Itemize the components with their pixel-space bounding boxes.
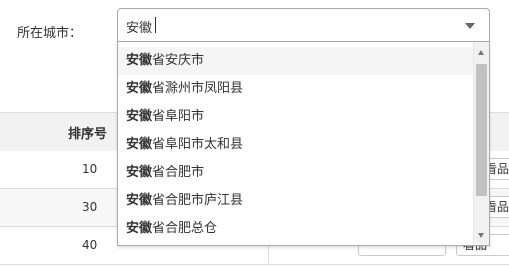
dropdown-option[interactable]: 安徽省阜阳市太和县 bbox=[118, 131, 474, 159]
dropdown-option[interactable]: 安徽省合肥市庐江县 bbox=[118, 187, 474, 215]
city-dropdown: 安徽省安庆市 安徽省滁州市凤阳县 安徽省阜阳市 安徽省阜阳市太和县 安徽省合肥市… bbox=[117, 42, 490, 246]
option-match: 安徽 bbox=[126, 165, 153, 180]
city-label: 所在城市： bbox=[17, 26, 83, 41]
option-rest: 省阜阳市 bbox=[152, 109, 205, 124]
option-match: 安徽 bbox=[126, 221, 153, 236]
city-select[interactable]: 安徽 bbox=[117, 8, 490, 42]
dropdown-option[interactable]: 安徽省合肥市 bbox=[118, 159, 474, 187]
sort-number: 40 bbox=[82, 238, 98, 252]
dropdown-option[interactable]: 安徽省滁州市凤阳县 bbox=[118, 75, 474, 103]
option-rest: 省合肥市庐江县 bbox=[152, 193, 244, 208]
option-match: 安徽 bbox=[126, 193, 153, 208]
option-match: 安徽 bbox=[126, 53, 153, 68]
column-header-sort: 排序号 bbox=[68, 127, 108, 142]
sort-number: 10 bbox=[82, 162, 98, 176]
dropdown-scrollbar[interactable] bbox=[473, 42, 489, 245]
dropdown-option[interactable]: 安徽省阜阳市 bbox=[118, 103, 474, 131]
dropdown-option[interactable]: 安徽省合肥总仓 bbox=[118, 215, 474, 243]
sort-number: 30 bbox=[82, 200, 98, 214]
option-rest: 省合肥市 bbox=[152, 165, 205, 180]
option-rest: 省滁州市凤阳县 bbox=[152, 81, 244, 96]
dropdown-option[interactable]: 安徽省安庆市 bbox=[118, 47, 474, 75]
text-cursor bbox=[155, 17, 156, 33]
scroll-down-arrow-icon[interactable] bbox=[478, 233, 484, 238]
chevron-down-icon[interactable] bbox=[465, 23, 475, 29]
option-rest: 省安庆市 bbox=[152, 53, 205, 68]
city-select-value[interactable]: 安徽 bbox=[126, 17, 152, 36]
option-rest: 省合肥总仓 bbox=[152, 221, 218, 236]
scrollbar-thumb[interactable] bbox=[476, 64, 487, 196]
option-rest: 省阜阳市太和县 bbox=[152, 137, 244, 152]
option-match: 安徽 bbox=[126, 109, 153, 124]
scroll-up-arrow-icon[interactable] bbox=[478, 50, 484, 55]
option-match: 安徽 bbox=[126, 137, 153, 152]
option-match: 安徽 bbox=[126, 81, 153, 96]
